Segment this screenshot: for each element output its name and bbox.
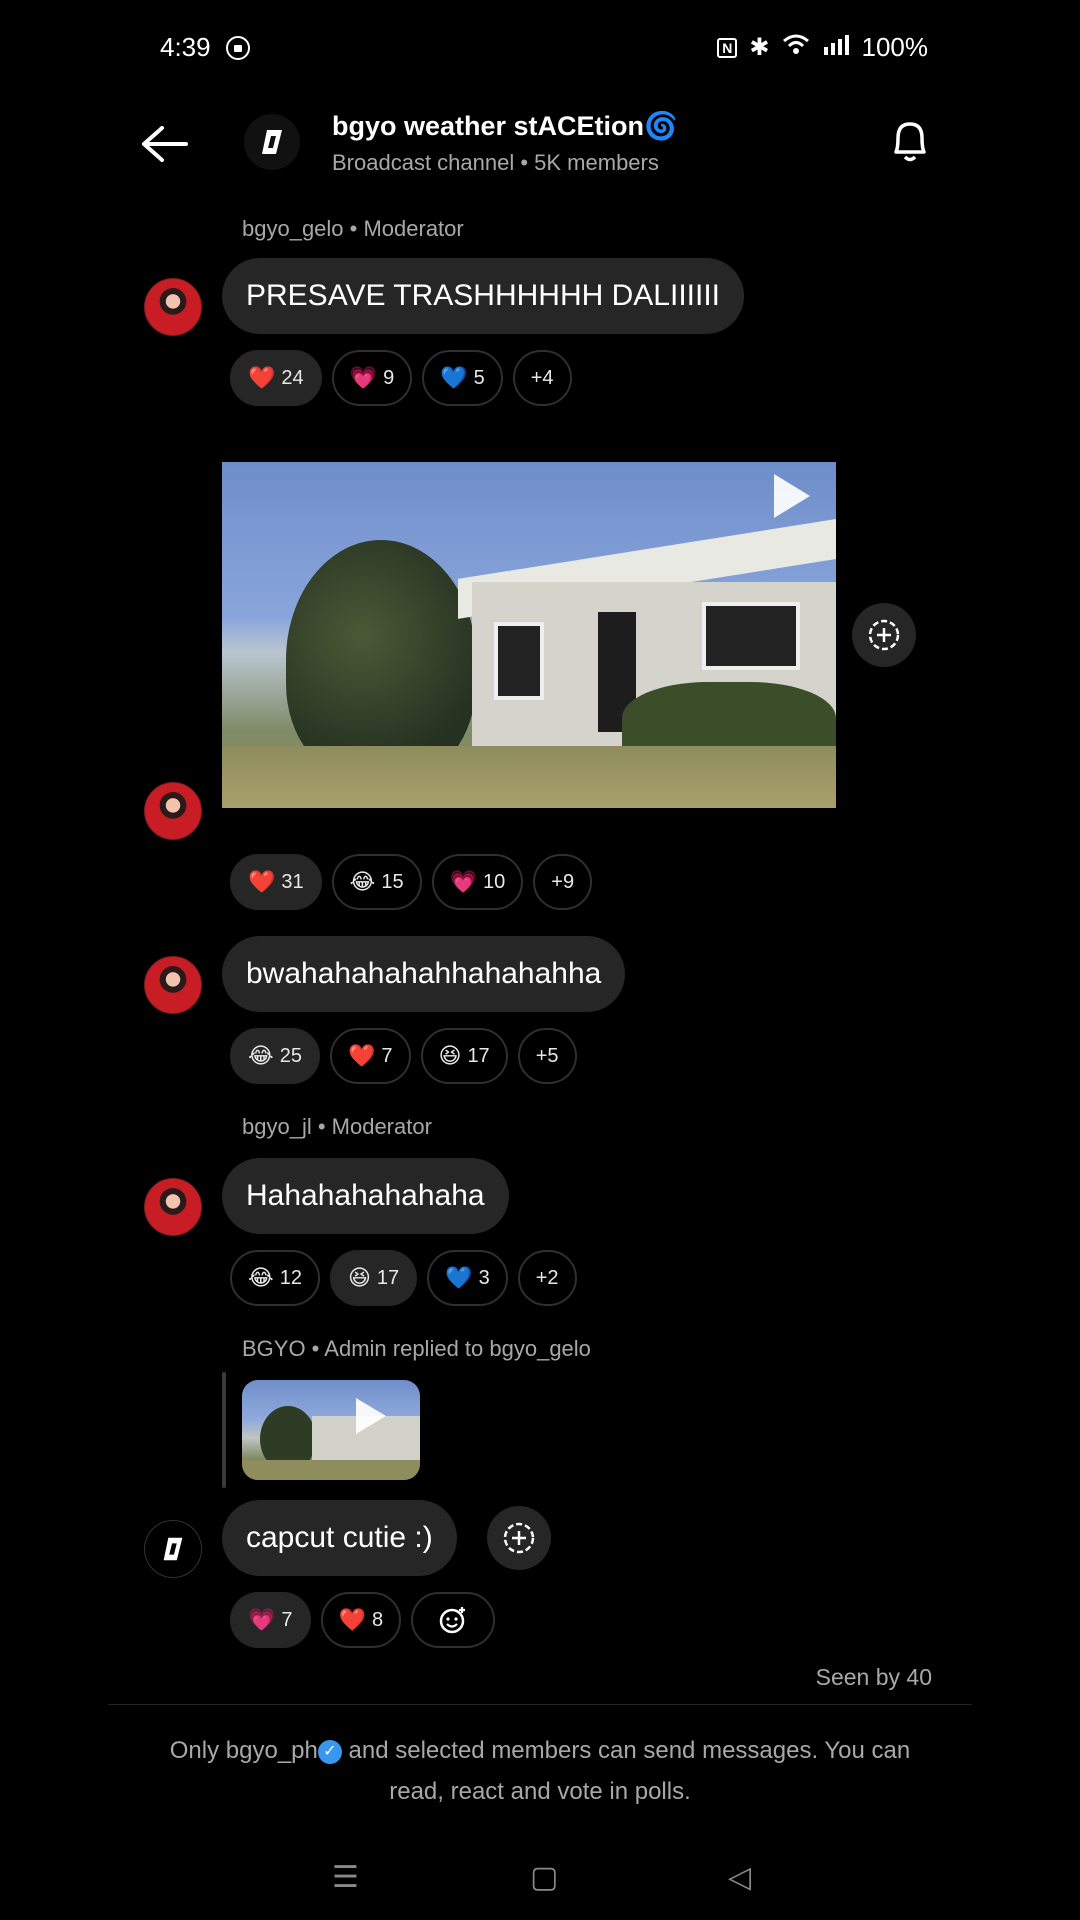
- reaction-chip[interactable]: 😂 25: [230, 1028, 320, 1084]
- wifi-icon: [782, 33, 810, 62]
- reaction-chip[interactable]: 😂 15: [331, 854, 422, 910]
- seen-count: Seen by 40: [815, 1664, 932, 1690]
- message-bubble[interactable]: capcut cutie :): [222, 1500, 457, 1576]
- video-thumbnail[interactable]: [222, 462, 836, 808]
- message-bubble[interactable]: bwahahahahahhahahahha: [222, 936, 626, 1012]
- add-reaction-button[interactable]: [411, 1592, 496, 1648]
- reaction-chip[interactable]: 💙 3: [427, 1250, 508, 1306]
- reaction-chip[interactable]: 😂 12: [230, 1250, 320, 1306]
- battery-level: 100%: [861, 32, 929, 62]
- reaction-row: 😂 12 😆 17 💙 3 +2: [230, 1250, 577, 1306]
- message-bubble[interactable]: Hahahahahahaha: [222, 1158, 509, 1234]
- reaction-chip[interactable]: 😆 17: [420, 1028, 508, 1084]
- avatar[interactable]: [144, 782, 202, 840]
- avatar[interactable]: [144, 1520, 202, 1578]
- reaction-chip[interactable]: 😆 17: [329, 1250, 418, 1306]
- menu-icon[interactable]: ☰: [332, 1860, 359, 1895]
- share-icon[interactable]: [852, 603, 916, 667]
- heart-icon: ❤️: [248, 869, 276, 894]
- laughing-face-icon: 😂: [248, 1265, 274, 1290]
- reaction-row: ❤️ 24 💗 9 💙 5 +4: [230, 350, 572, 406]
- back-nav-icon[interactable]: ◁: [728, 1860, 751, 1895]
- bgyo-logo-icon: [262, 130, 282, 154]
- heart-icon: ❤️: [338, 1607, 366, 1632]
- bgyo-logo-icon: [163, 1537, 183, 1561]
- back-arrow-icon[interactable]: [140, 124, 190, 164]
- message-bubble[interactable]: PRESAVE TRASHHHHHH DALIIIIII: [222, 258, 744, 334]
- laughing-face-icon: 😂: [248, 1043, 274, 1068]
- reaction-chip[interactable]: ❤️ 7: [329, 1028, 411, 1084]
- signal-icon: [822, 33, 850, 62]
- reaction-row: 😂 25 ❤️ 7 😆 17 +5: [230, 1028, 577, 1084]
- more-reactions-chip[interactable]: +5: [517, 1028, 577, 1084]
- sender-label: bgyo_jl • Moderator: [242, 1114, 432, 1139]
- more-reactions-chip[interactable]: +9: [533, 854, 593, 910]
- more-reactions-chip[interactable]: +4: [512, 350, 572, 406]
- divider: [108, 1704, 972, 1705]
- pink-heart-icon: 💗: [449, 869, 478, 894]
- reply-indicator: [222, 1372, 226, 1488]
- permissions-notice: Only bgyo_ph ✓ and selected members can s…: [169, 1737, 911, 1805]
- play-icon[interactable]: [774, 474, 810, 518]
- laughing-face-icon: 😂: [349, 869, 376, 894]
- pink-heart-icon: 💗: [248, 1607, 276, 1632]
- grinning-squint-icon: 😆: [438, 1043, 462, 1068]
- add-reaction-icon: [439, 1607, 466, 1634]
- heart-icon: ❤️: [248, 365, 276, 390]
- share-icon[interactable]: [487, 1506, 551, 1570]
- replied-video-thumbnail[interactable]: [242, 1380, 420, 1480]
- reaction-chip[interactable]: 💗 9: [331, 350, 413, 406]
- reaction-row: 💗 7 ❤️ 8: [230, 1592, 496, 1648]
- reaction-chip[interactable]: 💗 10: [431, 854, 524, 910]
- pink-heart-icon: 💗: [349, 365, 378, 390]
- lock-icon: [226, 36, 250, 60]
- status-icons: N ✱ 100%: [717, 32, 928, 63]
- channel-subtitle: Broadcast channel • 5K members: [332, 150, 659, 175]
- nfc-icon: N: [717, 37, 738, 58]
- avatar[interactable]: [144, 278, 202, 336]
- home-icon[interactable]: ▢: [530, 1860, 558, 1895]
- reaction-chip[interactable]: ❤️ 24: [230, 350, 322, 406]
- channel-avatar[interactable]: [244, 114, 300, 170]
- sender-label: bgyo_gelo • Moderator: [242, 216, 464, 241]
- verified-badge-icon: ✓: [317, 1739, 342, 1764]
- avatar[interactable]: [144, 956, 202, 1014]
- more-reactions-chip[interactable]: +2: [517, 1250, 577, 1306]
- play-icon[interactable]: [356, 1398, 386, 1434]
- heart-icon: ❤️: [347, 1043, 376, 1068]
- reaction-chip[interactable]: 💗 7: [230, 1592, 311, 1648]
- reaction-chip[interactable]: ❤️ 31: [230, 854, 322, 910]
- grinning-squint-icon: 😆: [347, 1265, 371, 1290]
- avatar[interactable]: [144, 1178, 202, 1236]
- reaction-chip[interactable]: 💙 5: [422, 350, 503, 406]
- status-time: 4:39: [160, 32, 211, 62]
- blue-heart-icon: 💙: [445, 1265, 473, 1290]
- reaction-chip[interactable]: ❤️ 8: [320, 1592, 402, 1648]
- bell-icon[interactable]: [888, 118, 932, 164]
- bluetooth-icon: ✱: [749, 34, 770, 61]
- blue-heart-icon: 💙: [440, 365, 468, 390]
- reaction-row: ❤️ 31 😂 15 💗 10 +9: [230, 854, 593, 910]
- reply-label: BGYO • Admin replied to bgyo_gelo: [242, 1336, 591, 1361]
- channel-title[interactable]: bgyo weather stACEtion🌀: [332, 110, 678, 142]
